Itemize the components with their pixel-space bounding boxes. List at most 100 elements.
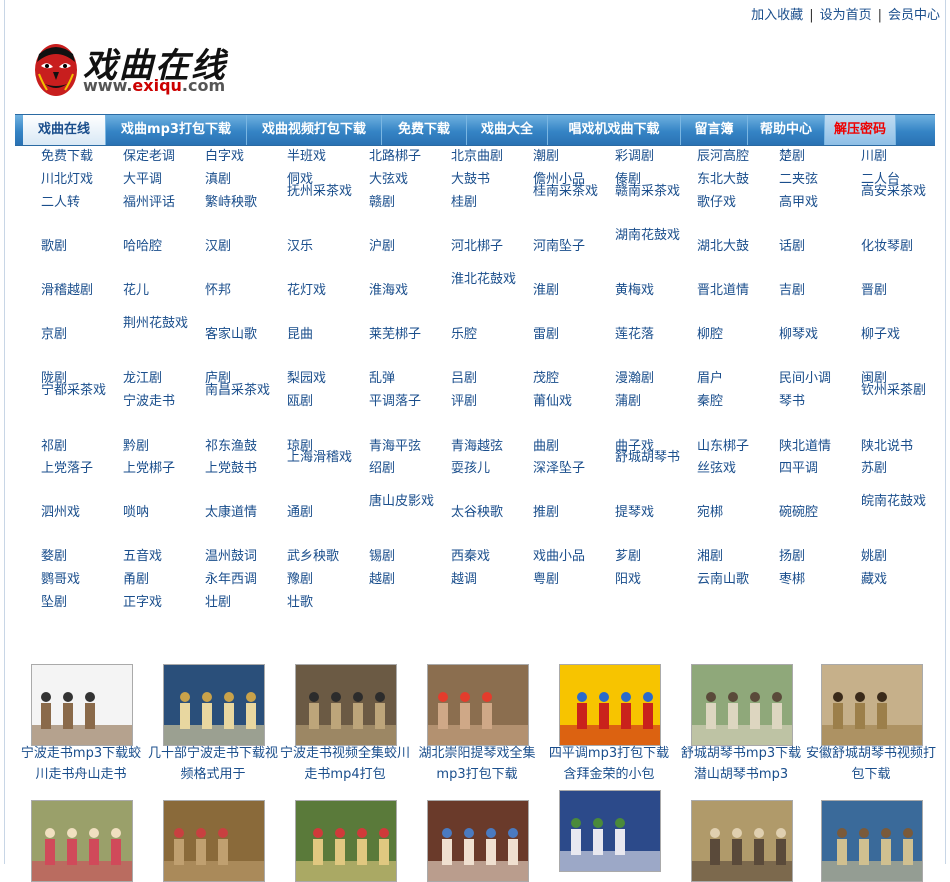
opera-type-link[interactable]: 繁峙秧歌 [189,192,271,213]
opera-type-link[interactable]: 晋剧 [845,280,927,301]
opera-type-link[interactable]: 西秦戏 [435,546,517,567]
opera-type-link[interactable]: 抚州采茶戏 [271,181,353,202]
set-homepage-link[interactable]: 设为首页 [820,8,872,23]
opera-type-link[interactable]: 免费下载 [25,146,107,167]
nav-item[interactable]: 解压密码 [825,115,896,145]
opera-type-link[interactable]: 荆州花鼓戏 [107,313,189,334]
opera-type-link[interactable]: 北路梆子 [353,146,435,167]
opera-type-link[interactable]: 楚剧 [763,146,845,167]
opera-type-link[interactable]: 花儿 [107,280,189,301]
opera-type-link[interactable]: 化妆琴剧 [845,236,927,257]
opera-type-link[interactable]: 瓯剧 [271,391,353,412]
video-title-link[interactable]: 湖北崇阳提琴戏全集mp3打包下载 [412,743,542,785]
video-title-link[interactable]: 宁波走书mp3下载蛟川走书舟山走书 [16,743,146,785]
video-thumbnail[interactable] [821,800,923,882]
video-thumbnail[interactable] [295,664,397,746]
opera-type-link[interactable]: 桂南采茶戏 [517,181,599,202]
opera-type-link[interactable]: 山东梆子 [681,436,763,457]
opera-type-link[interactable]: 民间小调 [763,368,845,389]
opera-type-link[interactable]: 云南山歌 [681,569,763,590]
opera-type-link[interactable]: 歌剧 [25,236,107,257]
opera-type-link[interactable]: 东北大鼓 [681,169,763,190]
opera-type-link[interactable]: 唢呐 [107,502,189,523]
opera-type-link[interactable]: 吕剧 [435,368,517,389]
opera-type-link[interactable]: 芗剧 [599,546,681,567]
video-thumbnail[interactable] [559,790,661,872]
opera-type-link[interactable]: 昆曲 [271,324,353,345]
video-title-link[interactable]: 宁波走书视频全集蛟川走书mp4打包 [280,743,410,785]
opera-type-link[interactable]: 壮歌 [271,592,353,613]
opera-type-link[interactable]: 话剧 [763,236,845,257]
video-thumbnail[interactable] [821,664,923,746]
opera-type-link[interactable]: 五音戏 [107,546,189,567]
opera-type-link[interactable]: 柳子戏 [845,324,927,345]
opera-type-link[interactable]: 赣南采茶戏 [599,181,681,202]
opera-type-link[interactable]: 花灯戏 [271,280,353,301]
opera-type-link[interactable]: 半班戏 [271,146,353,167]
opera-type-link[interactable]: 京剧 [25,324,107,345]
opera-type-link[interactable]: 青海越弦 [435,436,517,457]
video-thumbnail[interactable] [691,800,793,882]
opera-type-link[interactable]: 提琴戏 [599,502,681,523]
opera-type-link[interactable]: 平调落子 [353,391,435,412]
nav-item[interactable]: 戏曲在线 [23,115,106,145]
opera-type-link[interactable]: 藏戏 [845,569,927,590]
opera-type-link[interactable]: 舒城胡琴书 [599,447,681,468]
opera-type-link[interactable]: 柳琴戏 [763,324,845,345]
opera-type-link[interactable]: 淮北花鼓戏 [435,269,517,290]
opera-type-link[interactable]: 怀邦 [189,280,271,301]
opera-type-link[interactable]: 祁东渔鼓 [189,436,271,457]
opera-type-link[interactable]: 坠剧 [25,592,107,613]
opera-type-link[interactable]: 高甲戏 [763,192,845,213]
opera-type-link[interactable]: 太谷秧歌 [435,502,517,523]
opera-type-link[interactable]: 粤剧 [517,569,599,590]
opera-type-link[interactable]: 上党梆子 [107,458,189,479]
opera-type-link[interactable]: 漫瀚剧 [599,368,681,389]
opera-type-link[interactable]: 湘剧 [681,546,763,567]
opera-type-link[interactable]: 河南坠子 [517,236,599,257]
video-thumbnail[interactable] [691,664,793,746]
opera-type-link[interactable]: 晋北道情 [681,280,763,301]
video-thumbnail[interactable] [163,664,265,746]
opera-type-link[interactable]: 赣剧 [353,192,435,213]
add-favorite-link[interactable]: 加入收藏 [751,8,803,23]
opera-type-link[interactable]: 茂腔 [517,368,599,389]
opera-type-link[interactable]: 正字戏 [107,592,189,613]
opera-type-link[interactable]: 白字戏 [189,146,271,167]
opera-type-link[interactable]: 唐山皮影戏 [353,491,435,512]
opera-type-link[interactable]: 丝弦戏 [681,458,763,479]
opera-type-link[interactable]: 淮剧 [517,280,599,301]
opera-type-link[interactable]: 温州鼓词 [189,546,271,567]
opera-type-link[interactable]: 川剧 [845,146,927,167]
site-logo[interactable]: 戏曲在线 www.exiqu.com [33,38,233,100]
opera-type-link[interactable]: 大弦戏 [353,169,435,190]
opera-type-link[interactable]: 曲剧 [517,436,599,457]
opera-type-link[interactable]: 黄梅戏 [599,280,681,301]
opera-type-link[interactable]: 绍剧 [353,458,435,479]
opera-type-link[interactable]: 梨园戏 [271,368,353,389]
opera-type-link[interactable]: 保定老调 [107,146,189,167]
opera-type-link[interactable]: 上海滑稽戏 [271,447,353,468]
nav-item[interactable]: 戏曲mp3打包下载 [106,115,247,145]
opera-type-link[interactable]: 陕北道情 [763,436,845,457]
opera-type-link[interactable]: 耍孩儿 [435,458,517,479]
opera-type-link[interactable]: 雷剧 [517,324,599,345]
opera-type-link[interactable]: 皖南花鼓戏 [845,491,927,512]
opera-type-link[interactable]: 福州评话 [107,192,189,213]
opera-type-link[interactable]: 婺剧 [25,546,107,567]
nav-item[interactable]: 戏曲大全 [467,115,548,145]
opera-type-link[interactable]: 滑稽越剧 [25,280,107,301]
member-center-link[interactable]: 会员中心 [888,8,940,23]
opera-type-link[interactable]: 上党落子 [25,458,107,479]
opera-type-link[interactable]: 宁波走书 [107,391,189,412]
opera-type-link[interactable]: 阳戏 [599,569,681,590]
video-title-link[interactable]: 安徽舒城胡琴书视频打包下载 [806,743,936,785]
video-thumbnail[interactable] [295,800,397,882]
video-thumbnail[interactable] [163,800,265,882]
opera-type-link[interactable]: 沪剧 [353,236,435,257]
opera-type-link[interactable]: 辰河高腔 [681,146,763,167]
opera-type-link[interactable]: 琴书 [763,391,845,412]
video-thumbnail[interactable] [31,800,133,882]
opera-type-link[interactable]: 汉剧 [189,236,271,257]
opera-type-link[interactable]: 吉剧 [763,280,845,301]
